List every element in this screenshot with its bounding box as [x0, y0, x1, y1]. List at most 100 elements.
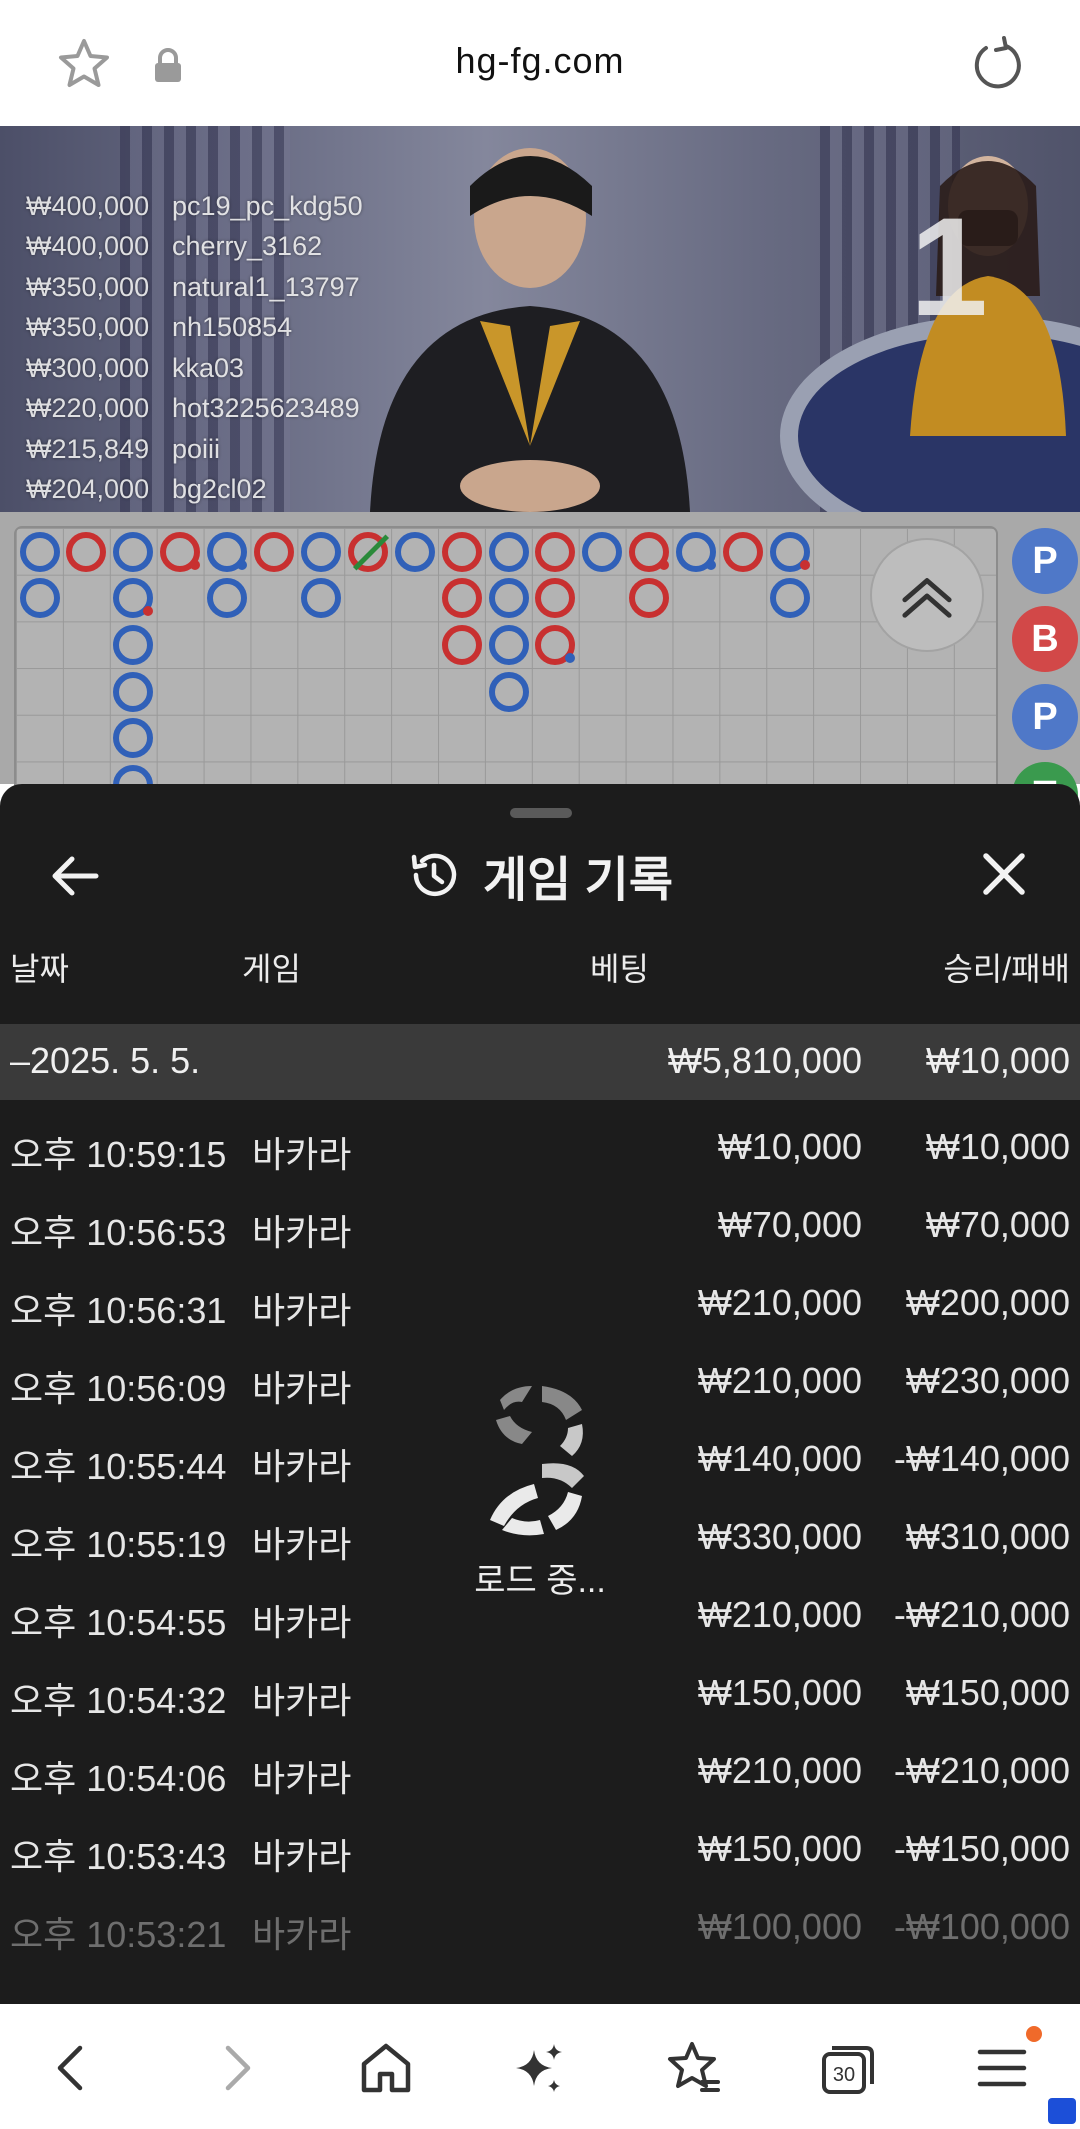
winner-amount: ₩400,000: [26, 190, 150, 221]
history-row[interactable]: 오후 10:56:31 바카라 ₩210,000 ₩200,000: [0, 1282, 1080, 1360]
date-group-result-total: ₩10,000: [925, 1040, 1070, 1081]
history-game: 바카라: [252, 1446, 352, 1487]
history-result: ₩150,000: [905, 1672, 1070, 1713]
road-banker-bead: [629, 531, 670, 572]
history-time: 오후 10:53:43: [10, 1836, 227, 1877]
home-icon[interactable]: [358, 2040, 414, 2096]
road-player-bead: [113, 718, 154, 759]
winner-row: ₩300,000 kka03: [26, 348, 363, 389]
road-player-bead: [676, 531, 717, 572]
winner-row: ₩215,849 poiii: [26, 429, 363, 470]
round-number: 1: [910, 188, 988, 345]
browser-bottom-nav: 30: [0, 2004, 1080, 2129]
history-time: 오후 10:56:31: [10, 1290, 227, 1331]
url-bar[interactable]: hg-fg.com: [0, 40, 1080, 82]
close-icon[interactable]: [974, 844, 1034, 904]
history-time: 오후 10:56:53: [10, 1212, 227, 1253]
road-player-bead: [394, 531, 435, 572]
road-player-bead: [207, 531, 248, 572]
winner-user: pc19_pc_kdg50: [172, 190, 363, 221]
bead-player: P: [1012, 528, 1078, 594]
history-bet: ₩10,000: [717, 1126, 862, 1167]
reload-icon[interactable]: [968, 36, 1024, 92]
winner-amount: ₩204,000: [26, 474, 150, 505]
road-banker-bead: [535, 531, 576, 572]
history-row[interactable]: 오후 10:54:06 바카라 ₩210,000 -₩210,000: [0, 1750, 1080, 1828]
history-icon: [411, 853, 457, 897]
bead-road-column: P B P T: [1008, 524, 1080, 828]
road-player-bead: [769, 531, 810, 572]
history-result: -₩140,000: [893, 1438, 1070, 1479]
history-time: 오후 10:55:19: [10, 1524, 227, 1565]
history-row[interactable]: 오후 10:53:43 바카라 ₩150,000 -₩150,000: [0, 1828, 1080, 1906]
pair-marker: [190, 559, 201, 570]
winner-user: poiii: [172, 433, 221, 464]
favorites-icon[interactable]: [666, 2040, 722, 2096]
history-game: 바카라: [252, 1524, 352, 1565]
back-icon[interactable]: [46, 2040, 102, 2096]
scroll-up-button[interactable]: [870, 538, 984, 652]
road-banker-bead: [441, 531, 482, 572]
history-bet: ₩210,000: [697, 1282, 862, 1323]
winner-row: ₩350,000 nh150854: [26, 308, 363, 349]
history-row[interactable]: 오후 10:53:21 바카라 ₩100,000 -₩100,000: [0, 1906, 1080, 1984]
date-group-row[interactable]: –2025. 5. 5. ₩5,810,000 ₩10,000: [0, 1024, 1080, 1100]
notification-dot: [1026, 2026, 1042, 2042]
live-video-stream[interactable]: 1 ₩400,000 pc19_pc_kdg50 ₩400,000 cherry_3…: [0, 126, 1080, 512]
sheet-drag-handle[interactable]: [510, 808, 572, 818]
loading-spinner-icon: [490, 1386, 584, 1536]
road-banker-bead: [723, 531, 763, 572]
winner-amount: ₩400,000: [26, 231, 150, 262]
sparkle-icon[interactable]: [510, 2040, 566, 2096]
history-row[interactable]: 오후 10:59:15 바카라 ₩10,000 ₩10,000: [0, 1126, 1080, 1204]
history-game: 바카라: [252, 1134, 352, 1175]
date-group-label: –2025. 5. 5.: [10, 1040, 201, 1081]
winner-amount: ₩215,849: [26, 433, 150, 464]
history-result: -₩100,000: [893, 1906, 1070, 1947]
history-row[interactable]: 오후 10:56:53 바카라 ₩70,000 ₩70,000: [0, 1204, 1080, 1282]
history-game: 바카라: [252, 1602, 352, 1643]
road-player-bead: [488, 531, 529, 572]
history-game: 바카라: [252, 1914, 352, 1955]
history-game: 바카라: [252, 1836, 352, 1877]
history-result: ₩200,000: [905, 1282, 1070, 1323]
road-player-bead: [488, 578, 529, 619]
dealer-figure: [370, 148, 690, 512]
history-game: 바카라: [252, 1212, 352, 1253]
history-bet: ₩150,000: [697, 1828, 862, 1869]
history-time: 오후 10:53:21: [10, 1914, 227, 1955]
history-result: ₩230,000: [905, 1360, 1070, 1401]
road-player-bead: [113, 578, 154, 619]
road-player-bead: [300, 531, 341, 572]
winner-row: ₩220,000 hot3225623489: [26, 389, 363, 430]
column-header-result: 승리/패배: [943, 951, 1070, 987]
history-row[interactable]: 오후 10:54:32 바카라 ₩150,000 ₩150,000: [0, 1672, 1080, 1750]
history-game: 바카라: [252, 1680, 352, 1721]
road-player-bead: [769, 578, 810, 619]
history-time: 오후 10:56:09: [10, 1368, 227, 1409]
winner-amount: ₩300,000: [26, 352, 150, 383]
history-bet: ₩70,000: [717, 1204, 862, 1245]
winner-amount: ₩350,000: [26, 312, 150, 343]
pair-marker: [143, 606, 154, 617]
history-bet: ₩210,000: [697, 1594, 862, 1635]
history-bet: ₩210,000: [697, 1360, 862, 1401]
pair-marker: [565, 652, 576, 663]
menu-icon[interactable]: [974, 2040, 1030, 2096]
date-group-bet-total: ₩5,810,000: [667, 1040, 862, 1081]
history-time: 오후 10:54:32: [10, 1680, 227, 1721]
double-chevron-up-icon: [902, 578, 952, 618]
winner-row: ₩400,000 pc19_pc_kdg50: [26, 186, 363, 227]
tabs-icon[interactable]: 30: [820, 2040, 876, 2096]
history-result: ₩70,000: [925, 1204, 1070, 1245]
history-result: -₩210,000: [893, 1750, 1070, 1791]
road-banker-bead: [254, 531, 294, 572]
road-player-bead: [113, 531, 154, 572]
forward-icon[interactable]: [206, 2040, 262, 2096]
history-time: 오후 10:54:06: [10, 1758, 227, 1799]
bead-player: P: [1012, 684, 1078, 750]
sheet-header: 게임 기록: [0, 840, 1080, 910]
history-result: ₩310,000: [905, 1516, 1070, 1557]
history-bet: ₩100,000: [697, 1906, 862, 1947]
pair-marker: [799, 559, 810, 570]
